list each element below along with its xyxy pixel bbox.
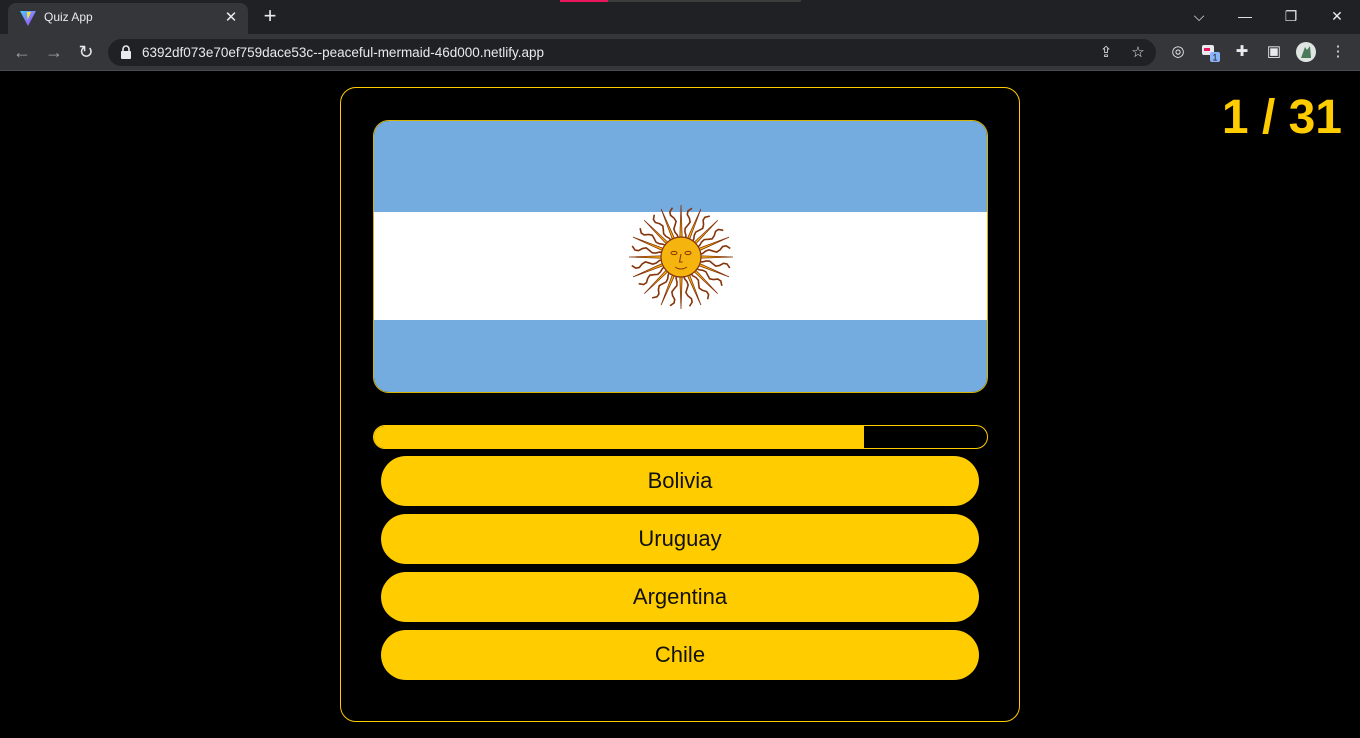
sun-of-may-icon	[628, 204, 734, 310]
reload-icon[interactable]: ↻	[74, 40, 98, 64]
svg-text:1: 1	[1212, 53, 1217, 63]
media-control-icon[interactable]: ◎	[1167, 41, 1189, 63]
profile-avatar[interactable]	[1295, 41, 1317, 63]
share-icon[interactable]: ⇪	[1096, 43, 1116, 63]
back-icon[interactable]: ←	[10, 40, 34, 64]
tab-strip-highlight	[560, 0, 608, 2]
restore-icon[interactable]: ❐	[1279, 4, 1303, 28]
extensions-puzzle-icon[interactable]: ✚	[1231, 41, 1253, 63]
extension-icon[interactable]: 1	[1199, 41, 1221, 63]
avatar-icon	[1296, 42, 1316, 62]
close-window-icon[interactable]: ✕	[1325, 4, 1349, 28]
browser-tab[interactable]: Quiz App ✕	[8, 3, 248, 34]
question-counter: 1 / 31	[1221, 91, 1342, 144]
address-bar[interactable]: 6392df073e70ef759dace53c--peaceful-merma…	[108, 39, 1156, 66]
browser-tab-strip: Quiz App ✕ + ⌵ — ❐ ✕	[0, 0, 1360, 34]
extension-badge-icon: 1	[1202, 45, 1220, 63]
timer-progress-bar	[373, 425, 988, 449]
flag-bottom-stripe	[374, 320, 987, 392]
tab-strip-highlight-secondary	[608, 0, 801, 2]
quiz-card: Bolivia Uruguay Argentina Chile	[340, 87, 1020, 722]
side-panel-icon[interactable]: ▣	[1263, 41, 1285, 63]
answer-option-chile[interactable]: Chile	[381, 630, 979, 680]
flag-image-argentina	[373, 120, 988, 393]
answer-option-uruguay[interactable]: Uruguay	[381, 514, 979, 564]
timer-progress-fill	[374, 426, 865, 448]
lock-icon	[121, 45, 131, 59]
bookmark-star-icon[interactable]: ☆	[1128, 43, 1148, 63]
forward-icon[interactable]: →	[42, 40, 66, 64]
flag-top-stripe	[374, 121, 987, 212]
minimize-icon[interactable]: —	[1233, 4, 1257, 28]
new-tab-icon[interactable]: +	[259, 5, 281, 27]
tab-title: Quiz App	[44, 10, 93, 24]
answer-option-bolivia[interactable]: Bolivia	[381, 456, 979, 506]
url-text[interactable]: 6392df073e70ef759dace53c--peaceful-merma…	[142, 45, 544, 60]
browser-menu-icon[interactable]: ⋮	[1327, 41, 1349, 63]
tab-search-chevron-icon[interactable]: ⌵	[1187, 4, 1211, 28]
browser-toolbar: ← → ↻ 6392df073e70ef759dace53c--peaceful…	[0, 34, 1360, 71]
answer-option-argentina[interactable]: Argentina	[381, 572, 979, 622]
vite-logo-icon	[20, 11, 36, 26]
sun-face	[660, 236, 702, 278]
tab-close-icon[interactable]: ✕	[222, 9, 240, 27]
